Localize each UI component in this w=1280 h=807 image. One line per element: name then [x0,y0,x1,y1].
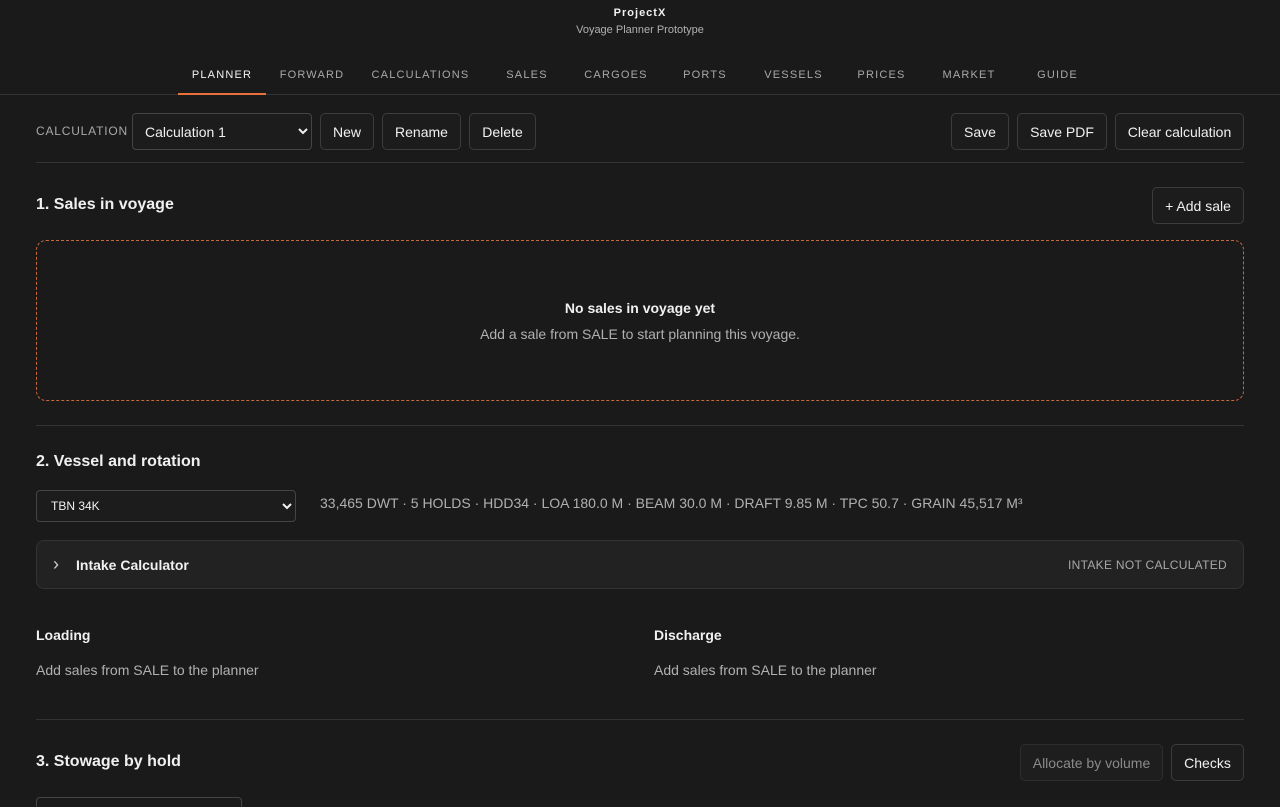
divider [36,162,1244,163]
save-button[interactable]: Save [951,113,1009,150]
tab-guide[interactable]: GUIDE [1027,56,1088,95]
chevron-right-icon: › [53,554,59,574]
calculation-select[interactable]: Calculation 1 [132,113,312,150]
empty-state-text: Add a sale from SALE to start planning t… [480,326,800,342]
tab-cargoes[interactable]: CARGOES [575,56,657,95]
discharge-title: Discharge [654,627,722,643]
sales-empty-state: No sales in voyage yet Add a sale from S… [36,240,1244,401]
allocate-by-volume-button[interactable]: Allocate by volume [1020,744,1163,781]
tab-forward[interactable]: FORWARD [270,56,354,95]
tab-planner[interactable]: PLANNER [178,56,266,95]
tab-ports[interactable]: PORTS [673,56,737,95]
clear-calculation-button[interactable]: Clear calculation [1115,113,1244,150]
app-subtitle: Voyage Planner Prototype [576,24,704,36]
intake-status: INTAKE NOT CALCULATED [1068,558,1227,572]
stowage-section-title: 3. Stowage by hold [36,753,181,770]
calculation-label: CALCULATION [36,124,128,138]
stowage-select[interactable] [36,797,242,807]
loading-text: Add sales from SALE to the planner [36,662,259,678]
save-pdf-button[interactable]: Save PDF [1017,113,1107,150]
tab-prices[interactable]: PRICES [848,56,915,95]
intake-calculator-toggle[interactable]: › Intake Calculator INTAKE NOT CALCULATE… [36,540,1244,589]
add-sale-button[interactable]: + Add sale [1152,187,1244,224]
tab-vessels[interactable]: VESSELS [754,56,833,95]
sales-section-title: 1. Sales in voyage [36,196,174,213]
vessel-select[interactable]: TBN 34K [36,490,296,522]
rename-button[interactable]: Rename [382,113,461,150]
loading-title: Loading [36,627,91,643]
checks-button[interactable]: Checks [1171,744,1244,781]
tab-calculations[interactable]: CALCULATIONS [362,56,479,95]
app-header: ProjectX Voyage Planner Prototype PLANNE… [0,0,1280,95]
vessel-specs: 33,465 DWT · 5 HOLDS · HDD34 · LOA 180.0… [320,495,1023,511]
tab-market[interactable]: MARKET [933,56,1005,95]
delete-button[interactable]: Delete [469,113,536,150]
app-title: ProjectX [613,7,667,19]
new-button[interactable]: New [320,113,374,150]
divider [36,719,1244,720]
tab-sales[interactable]: SALES [496,56,558,95]
intake-calculator-title: Intake Calculator [76,557,189,573]
discharge-text: Add sales from SALE to the planner [654,662,877,678]
divider [36,425,1244,426]
empty-state-title: No sales in voyage yet [564,300,716,316]
vessel-section-title: 2. Vessel and rotation [36,453,201,470]
